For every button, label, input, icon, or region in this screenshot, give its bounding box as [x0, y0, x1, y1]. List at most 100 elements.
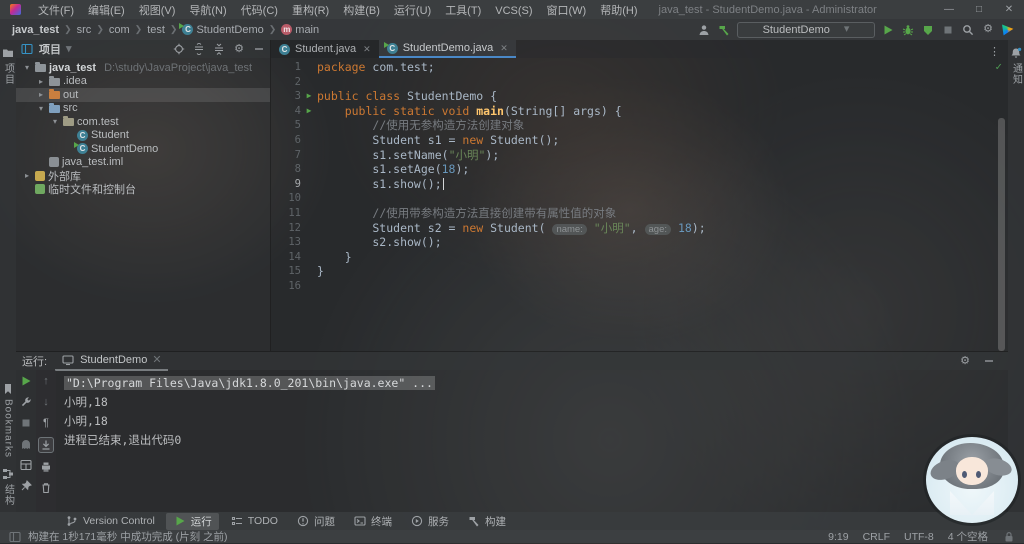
collapse-all-icon[interactable] [212, 42, 226, 56]
pin-tab-icon[interactable] [19, 479, 33, 493]
settings-gear-icon[interactable]: ⚙ [981, 23, 995, 37]
tool-button-structure[interactable]: 结构 [1, 484, 16, 506]
locate-file-icon[interactable] [172, 42, 186, 56]
maximize-button[interactable]: □ [964, 4, 994, 15]
tree-item-src[interactable]: ▾ src [16, 102, 270, 116]
tree-item-com.test[interactable]: ▾ com.test [16, 115, 270, 129]
expand-all-icon[interactable] [192, 42, 206, 56]
panel-settings-gear-icon[interactable]: ⚙ [232, 42, 246, 56]
tool-button-TODO[interactable]: TODO [223, 513, 285, 529]
run-console-tab[interactable]: StudentDemo ✕ [55, 351, 168, 372]
editor-tab-StudentDemo.java[interactable]: C StudentDemo.java ✕ [378, 40, 516, 58]
debug-button[interactable] [901, 23, 915, 37]
breadcrumb-item-src[interactable]: src [77, 24, 92, 36]
status-widget-0[interactable]: 9:19 [828, 531, 848, 543]
gutter-run-icon[interactable]: ▶ [301, 104, 317, 119]
breadcrumb-item-com[interactable]: com [109, 24, 130, 36]
build-hammer-icon[interactable] [717, 23, 731, 37]
bookmark-icon[interactable] [1, 382, 15, 396]
tree-expand-icon[interactable]: ▾ [50, 117, 60, 126]
tool-windows-icon[interactable] [8, 530, 22, 544]
edit-configuration-wrench-icon[interactable] [19, 395, 33, 409]
menu-item-9[interactable]: VCS(S) [488, 5, 539, 17]
tool-button-bookmarks[interactable]: Bookmarks [3, 399, 14, 458]
status-widget-3[interactable]: 4 个空格 [948, 529, 988, 544]
desktop-avatar-widget[interactable] [926, 437, 1018, 523]
run-panel-gear-icon[interactable]: ⚙ [958, 354, 972, 368]
chevron-down-icon[interactable]: ▾ [66, 43, 72, 55]
profile-icon[interactable] [697, 23, 711, 37]
editor-tab-Student.java[interactable]: C Student.java ✕ [271, 40, 379, 58]
close-button[interactable]: ✕ [994, 4, 1024, 15]
breadcrumb-item-StudentDemo[interactable]: C StudentDemo [179, 23, 264, 36]
code-text: Student s2 = new Student( name: "小明", ag… [317, 220, 706, 235]
tool-button-project[interactable]: 项目 [1, 63, 16, 85]
code-line: 9 s1.show(); [271, 177, 1008, 192]
tree-item-.idea[interactable]: ▸ .idea [16, 75, 270, 89]
gutter-run-icon[interactable]: ▶ [301, 89, 317, 104]
tool-button-终端[interactable]: 终端 [346, 513, 399, 530]
menu-item-6[interactable]: 构建(B) [336, 5, 387, 17]
tree-expand-icon[interactable]: ▾ [36, 104, 46, 113]
tool-button-问题[interactable]: 问题 [289, 513, 342, 530]
project-tool-icon[interactable] [1, 46, 15, 60]
hide-panel-icon[interactable] [252, 42, 266, 56]
menu-item-5[interactable]: 重构(R) [285, 5, 336, 17]
scroll-to-end-icon[interactable] [38, 437, 54, 454]
print-icon[interactable] [39, 460, 53, 474]
tree-item-out[interactable]: ▸ out [16, 88, 270, 102]
structure-icon[interactable] [1, 467, 15, 481]
tree-item-Student[interactable]: C Student [16, 129, 270, 143]
class-icon: C [279, 43, 290, 55]
code-area[interactable]: ✓ 1 package com.test; 2 3 ▶ public class Stud… [271, 58, 1008, 352]
menu-item-2[interactable]: 视图(V) [132, 5, 183, 17]
run-button[interactable] [881, 23, 895, 37]
tool-button-Version Control[interactable]: Version Control [58, 513, 162, 529]
soft-wrap-icon[interactable]: ¶ [39, 416, 53, 430]
menu-item-3[interactable]: 导航(N) [182, 5, 233, 17]
tree-expand-icon[interactable]: ▾ [22, 63, 32, 72]
clear-console-trash-icon[interactable] [39, 481, 53, 495]
folder-icon [35, 62, 46, 73]
rerun-button[interactable] [19, 374, 33, 388]
tree-expand-icon[interactable]: ▸ [22, 171, 32, 180]
close-tab-icon[interactable]: ✕ [363, 44, 371, 55]
tool-button-服务[interactable]: 服务 [403, 513, 456, 530]
menu-item-0[interactable]: 文件(F) [31, 5, 81, 17]
menu-item-7[interactable]: 运行(U) [387, 5, 438, 17]
tool-button-构建[interactable]: 构建 [460, 513, 513, 530]
breadcrumb-item-java_test[interactable]: java_test [12, 24, 59, 36]
menu-item-10[interactable]: 窗口(W) [540, 5, 594, 17]
console-output[interactable]: "D:\Program Files\Java\jdk1.8.0_201\bin\… [56, 370, 1008, 512]
minimize-button[interactable]: — [934, 4, 964, 15]
hide-run-panel-icon[interactable] [982, 354, 996, 368]
notifications-bell-icon[interactable] [1009, 46, 1023, 60]
tool-button-运行[interactable]: 运行 [165, 512, 219, 530]
tree-expand-icon[interactable]: ▸ [36, 90, 46, 99]
close-tab-icon[interactable]: ✕ [500, 43, 508, 54]
tool-button-notifications[interactable]: 通知 [1009, 63, 1024, 85]
search-everywhere-icon[interactable] [961, 23, 975, 37]
breadcrumb-item-test[interactable]: test [147, 24, 165, 36]
tree-item-临时文件和控制台[interactable]: 临时文件和控制台 [16, 183, 270, 196]
restore-layout-icon[interactable] [19, 458, 33, 472]
menu-item-8[interactable]: 工具(T) [438, 5, 488, 17]
tree-item-StudentDemo[interactable]: C StudentDemo [16, 142, 270, 156]
menu-item-1[interactable]: 编辑(E) [81, 5, 132, 17]
tree-item-java_test[interactable]: ▾ java_test D:\study\JavaProject\java_test [16, 61, 270, 75]
status-widget-1[interactable]: CRLF [863, 531, 890, 543]
tree-item-label: .idea [63, 75, 87, 88]
close-tab-icon[interactable]: ✕ [152, 354, 161, 366]
tab-options-icon[interactable]: ⋮ [981, 45, 1008, 58]
editor-scrollbar[interactable] [998, 118, 1005, 352]
lock-icon[interactable] [1002, 530, 1016, 544]
menu-item-11[interactable]: 帮助(H) [593, 5, 644, 17]
status-widget-2[interactable]: UTF-8 [904, 531, 934, 543]
title-bar: 文件(F) 编辑(E) 视图(V) 导航(N) 代码(C) 重构(R) 构建(B) 运行(U)… [0, 0, 1024, 19]
coverage-button[interactable] [921, 23, 935, 37]
breadcrumb-item-main[interactable]: m main [281, 24, 319, 36]
tree-expand-icon[interactable]: ▸ [36, 77, 46, 86]
run-configuration-select[interactable]: StudentDemo ▾ [737, 21, 875, 38]
menu-item-4[interactable]: 代码(C) [234, 5, 285, 17]
